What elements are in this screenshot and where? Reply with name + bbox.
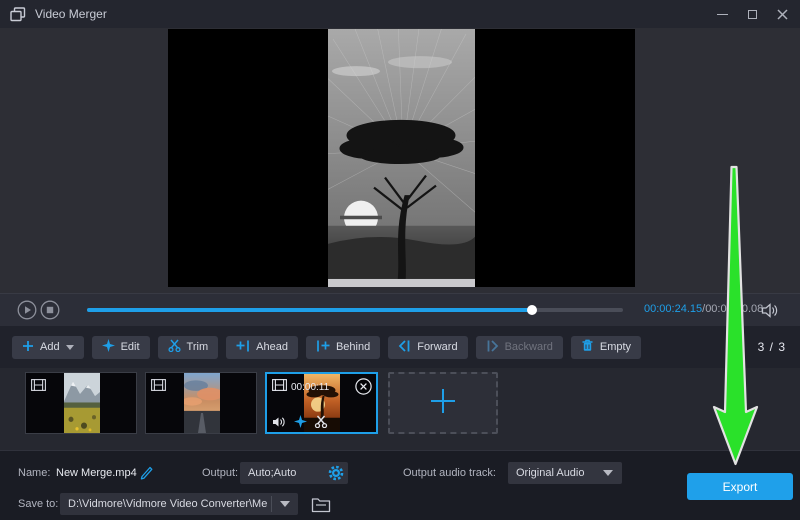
video-preview[interactable] [168,29,635,287]
ahead-button[interactable]: Ahead [226,336,298,359]
video-merger-window: Video Merger [0,0,800,520]
clip-2[interactable] [145,372,257,434]
insert-before-icon [236,340,250,355]
preview-frame-image [328,29,475,287]
timeline: 00:00:11 [0,368,800,450]
film-icon [31,378,46,390]
folder-icon[interactable] [308,494,334,515]
name-value: New Merge.mp4 [56,467,137,479]
save-to-label: Save to: [18,498,58,510]
maximize-icon[interactable] [744,6,760,22]
pencil-icon[interactable] [138,464,154,480]
clip-edit-icon[interactable] [294,415,307,428]
forward-button[interactable]: Forward [388,336,467,359]
caret-down-icon [603,470,613,476]
preview-area [0,28,800,293]
move-backward-icon [486,340,499,355]
gear-icon[interactable] [328,465,344,481]
merger-icon [10,7,27,22]
scissors-icon [168,339,181,355]
output-label: Output: [202,467,238,479]
total-time: 00:00:40.08 [705,303,763,315]
empty-button[interactable]: Empty [571,336,641,359]
magic-wand-icon [102,339,115,355]
caret-down-icon[interactable] [280,501,290,507]
play-icon[interactable] [17,300,37,320]
clip-1[interactable] [25,372,137,434]
move-forward-icon [398,340,411,355]
behind-button[interactable]: Behind [306,336,380,359]
clip-close-icon[interactable] [355,378,372,395]
clip-trim-icon[interactable] [314,415,328,428]
volume-icon[interactable] [761,302,781,319]
divider [271,496,272,512]
audio-track-select[interactable]: Original Audio [508,462,622,484]
trash-icon [581,339,594,355]
clip-duration: 00:00:11 [291,382,329,393]
edit-button[interactable]: Edit [92,336,150,359]
window-title: Video Merger [35,7,107,21]
current-time: 00:00:24.15 [644,303,702,315]
insert-after-icon [316,340,330,355]
clip-counter: 3 / 3 [758,340,786,354]
trim-button[interactable]: Trim [158,336,219,359]
minimize-icon[interactable] [714,6,730,22]
close-icon[interactable] [774,6,790,22]
audio-track-value: Original Audio [516,467,585,479]
film-icon [272,378,287,396]
plus-icon [22,340,34,355]
name-label: Name: [18,467,50,479]
stop-icon[interactable] [40,300,60,320]
save-to-input[interactable]: D:\Vidmore\Vidmore Video Converter\Merge… [60,493,298,515]
clip-mute-icon[interactable] [272,416,287,428]
seek-progress [87,308,532,312]
seek-slider[interactable] [87,308,623,312]
clip-2-thumbnail [184,373,220,433]
export-button[interactable]: Export [687,473,793,500]
seek-knob[interactable] [527,305,537,315]
add-clip-icon [428,386,458,421]
add-clip-tile[interactable] [388,372,498,434]
player-bar: 00:00:24.15/00:00:40.08 [0,293,800,326]
footer-bar: Name: New Merge.mp4 Output: Auto;Auto Ou… [0,450,800,520]
clip-3-selected[interactable]: 00:00:11 [265,372,378,434]
save-to-value: D:\Vidmore\Vidmore Video Converter\Merge… [68,498,268,510]
backward-button[interactable]: Backward [476,336,563,359]
caret-down-icon [66,345,74,350]
output-value: Auto;Auto [248,467,296,479]
clip-toolbar: Add Edit Trim Ahead Behind Forward Backw… [0,326,800,368]
clip-1-thumbnail [64,373,100,433]
film-icon [151,378,166,390]
output-input[interactable]: Auto;Auto [240,462,348,484]
title-bar: Video Merger [0,0,800,28]
time-display: 00:00:24.15/00:00:40.08 [644,303,763,315]
add-button[interactable]: Add [12,336,84,359]
audio-track-label: Output audio track: [403,467,496,479]
